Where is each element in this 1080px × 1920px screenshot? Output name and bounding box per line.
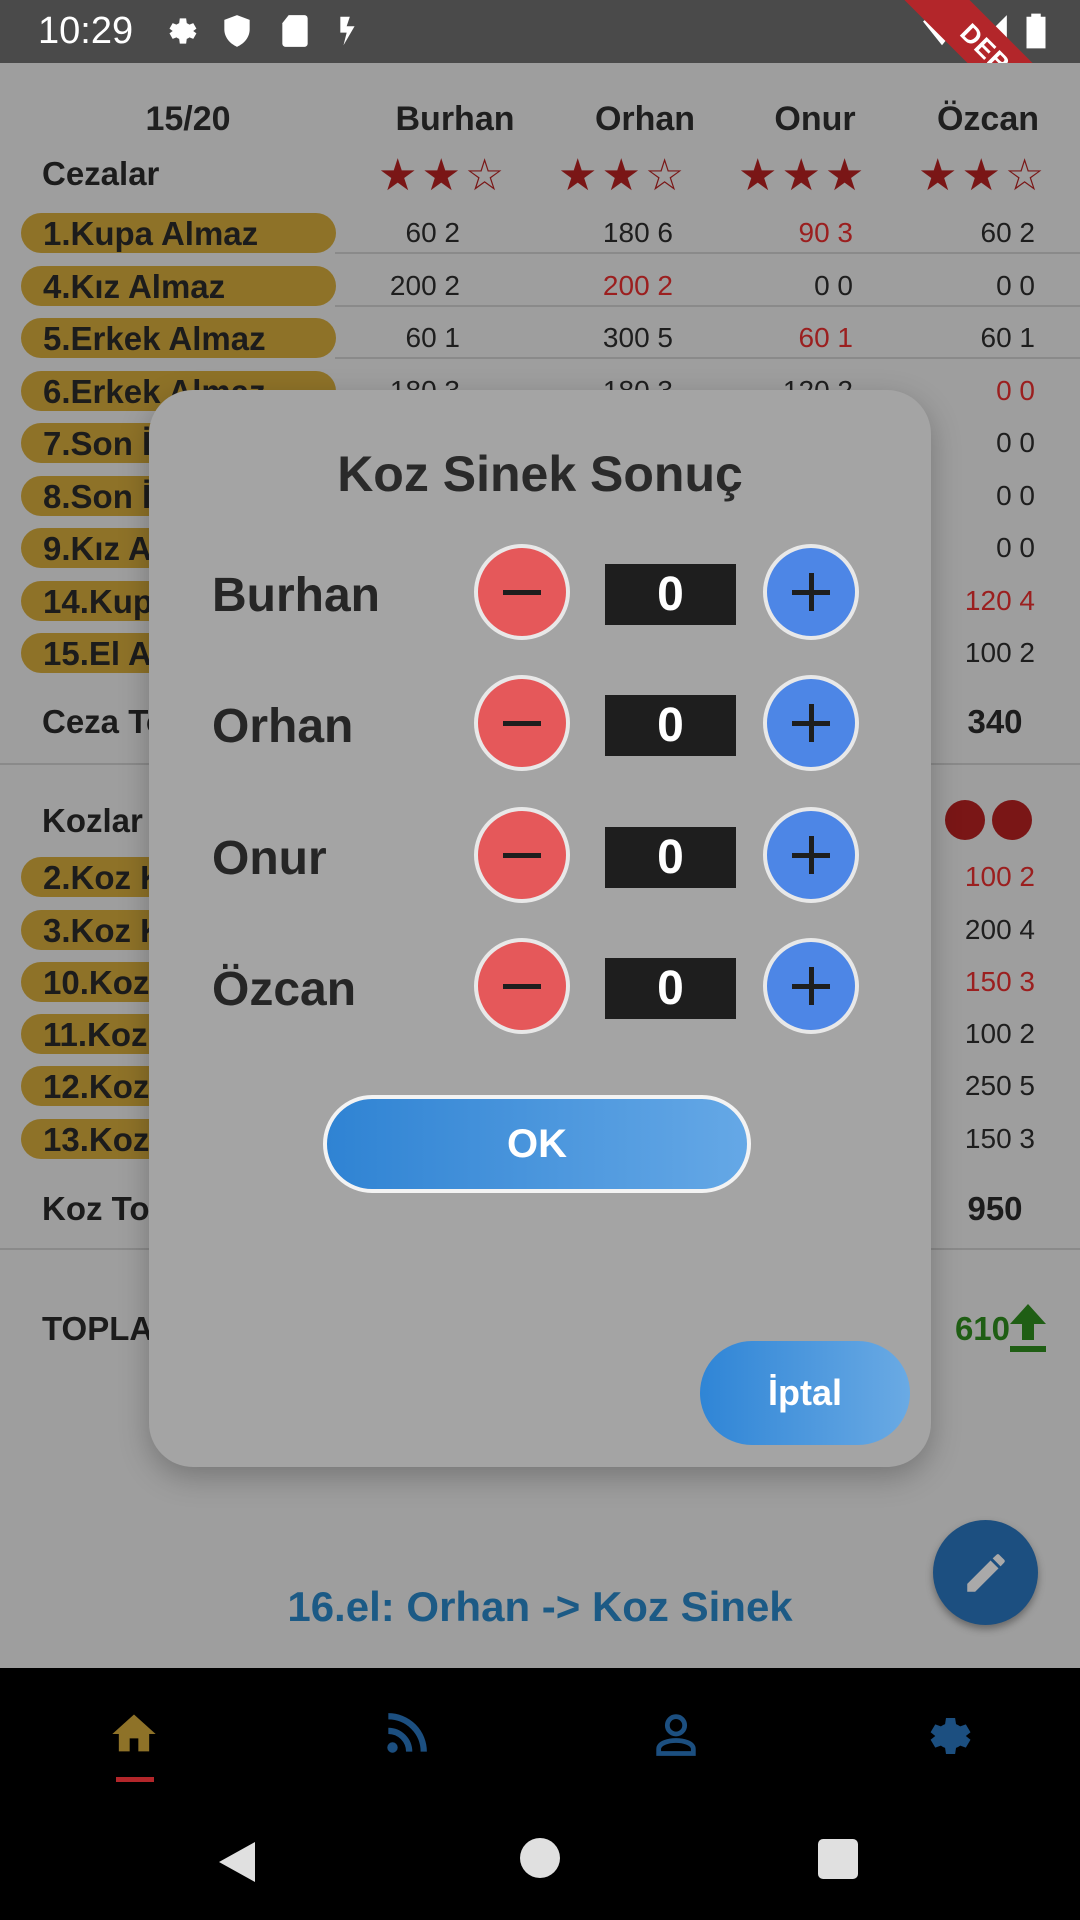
penalty-cell: 60 1 [405,322,461,353]
minus-icon [503,853,541,858]
penalty-stars-orhan: ★★☆ [558,151,689,200]
dialog-title: Koz Sinek Sonuç [337,446,743,502]
trumps-heading: Kozlar [42,802,143,839]
score-value: 0 [605,958,736,1019]
cancel-button[interactable]: İptal [700,1341,910,1445]
active-tab-indicator [116,1777,154,1782]
penalty-stars-ozcan: ★★☆ [918,151,1049,200]
decrement-button[interactable] [474,675,570,771]
penalty-cell: 60 1 [798,322,854,353]
decrement-button[interactable] [474,544,570,640]
back-icon[interactable] [215,1838,259,1891]
battery-status-icon [1024,12,1062,50]
settings-status-icon [160,12,198,50]
increment-button[interactable] [763,675,859,771]
increment-button[interactable] [763,544,859,640]
penalty-cell: 90 3 [798,217,854,248]
plus-icon-vertical [809,836,814,874]
pencil-icon [967,1554,1005,1592]
recents-icon[interactable] [818,1839,858,1879]
shield-status-icon [218,12,256,50]
system-nav-bar [0,1808,1080,1920]
player-name: Burhan [212,569,380,622]
player-header-ozcan: Özcan [936,100,1040,138]
trump-total-ozcan: 950 [967,1190,1023,1227]
decrement-button[interactable] [474,807,570,903]
penalty-row-label: 1.Kupa Almaz [21,213,336,253]
increment-button[interactable] [763,938,859,1034]
ok-button[interactable]: OK [323,1095,751,1193]
plus-icon-vertical [809,573,814,611]
decrement-button[interactable] [474,938,570,1034]
penalty-row-label: 4.Kız Almaz [21,266,336,306]
score-value: 0 [605,695,736,756]
penalty-cell: 0 0 [814,270,853,301]
penalty-cell: 200 2 [602,270,673,301]
edit-fab[interactable] [933,1520,1038,1625]
player-name: Onur [212,832,327,885]
gear-icon[interactable] [918,1708,974,1769]
penalty-stars-burhan: ★★☆ [378,151,509,200]
bottom-nav [0,1668,1080,1808]
row-divider [335,305,1080,307]
score-value: 0 [605,827,736,888]
penalty-cell: 300 5 [602,322,673,353]
increment-button[interactable] [763,807,859,903]
row-divider [335,252,1080,254]
rss-icon[interactable] [380,1710,430,1765]
score-value: 0 [605,564,736,625]
penalty-cell: 0 0 [996,375,1035,406]
player-name: Özcan [212,963,357,1016]
player-name: Orhan [212,700,354,753]
next-hand-label: 16.el: Orhan -> Koz Sinek [287,1583,793,1630]
minus-icon [503,721,541,726]
trump-dot [992,800,1032,840]
penalty-cell: 60 2 [405,217,461,248]
plus-icon-vertical [809,704,814,742]
trump-dot [945,800,985,840]
plus-icon-vertical [809,967,814,1005]
minus-icon [503,590,541,595]
penalty-cell: 60 2 [980,217,1036,248]
person-icon[interactable] [650,1708,702,1765]
penalty-cell: 60 1 [980,322,1036,353]
home-system-icon[interactable] [520,1838,560,1878]
result-dialog: Koz Sinek Sonuç Burhan 0 Orhan 0 Onur 0 … [149,390,931,1467]
round-indicator: 15/20 [145,100,231,138]
home-icon[interactable] [108,1708,160,1765]
player-header-orhan: Orhan [594,100,696,138]
penalty-row-label: 5.Erkek Almaz [21,318,336,358]
player-header-onur: Onur [774,100,856,138]
penalty-cell: 180 6 [602,217,673,248]
up-arrow-icon [1008,1304,1048,1357]
minus-icon [503,984,541,989]
sd-card-status-icon [276,12,314,50]
penalty-stars-onur: ★★★ [738,151,869,200]
penalty-cell: 200 2 [389,270,460,301]
penalty-cell: 0 0 [996,270,1035,301]
player-header-burhan: Burhan [395,100,515,138]
penalties-heading: Cezalar [42,155,160,192]
status-time: 10:29 [38,10,134,52]
penalty-total-ozcan: 340 [967,703,1023,740]
row-divider [335,357,1080,359]
check-status-icon [334,12,372,50]
